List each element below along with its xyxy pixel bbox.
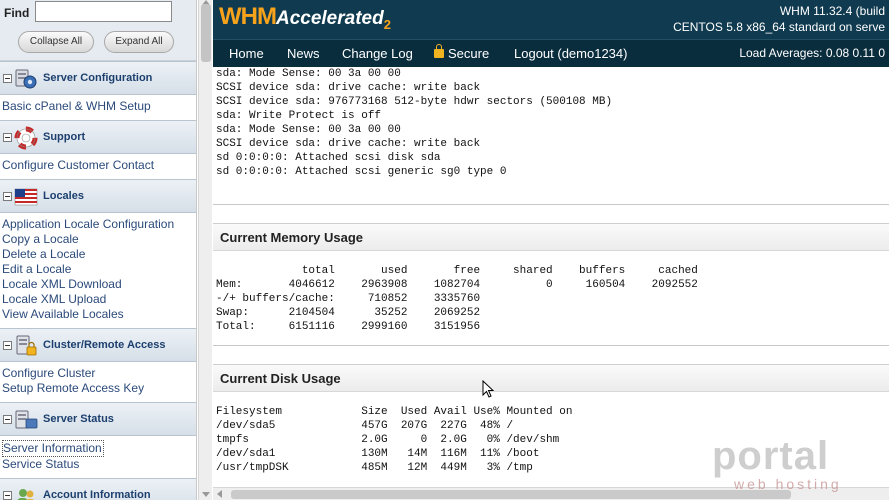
sidebar-link-service-status[interactable]: Service Status bbox=[2, 457, 196, 472]
panel-separator bbox=[213, 204, 889, 205]
section-title: Server Configuration bbox=[43, 72, 153, 84]
collapse-all-button[interactable]: Collapse All bbox=[18, 31, 94, 53]
sidebar-link-delete-locale[interactable]: Delete a Locale bbox=[2, 247, 196, 262]
expand-all-button[interactable]: Expand All bbox=[104, 31, 174, 53]
content-area: sda: Mode Sense: 00 3a 00 00 SCSI device… bbox=[213, 67, 889, 487]
sidebar-link-edit-locale[interactable]: Edit a Locale bbox=[2, 262, 196, 277]
nav-secure[interactable]: Secure bbox=[434, 44, 490, 61]
version-line-2: CENTOS 5.8 x86_64 standard on serve bbox=[673, 20, 885, 34]
version-info: WHM 11.32.4 (build CENTOS 5.8 x86_64 sta… bbox=[673, 3, 885, 35]
section-items: Configure Customer Contact bbox=[0, 154, 196, 179]
section-title: Server Status bbox=[43, 413, 114, 425]
find-box: Find Collapse All Expand All bbox=[0, 0, 196, 61]
collapse-toggle-icon[interactable] bbox=[3, 341, 12, 350]
sidebar-link-copy-locale[interactable]: Copy a Locale bbox=[2, 232, 196, 247]
memory-usage-table: total used free shared buffers cached Me… bbox=[216, 265, 698, 333]
find-label: Find bbox=[4, 6, 30, 20]
nav-logout[interactable]: Logout (demo1234) bbox=[514, 46, 627, 61]
server-monitor-icon bbox=[15, 410, 38, 429]
sidebar-link-locale-xml-download[interactable]: Locale XML Download bbox=[2, 277, 196, 292]
logo-accent-text: Accelerated bbox=[275, 8, 384, 29]
lock-icon bbox=[434, 44, 444, 58]
section-server-configuration[interactable]: Server Configuration bbox=[0, 61, 196, 95]
gear-server-icon bbox=[15, 69, 37, 89]
collapse-toggle-icon[interactable] bbox=[3, 415, 12, 424]
sidebar-link-locale-xml-upload[interactable]: Locale XML Upload bbox=[2, 292, 196, 307]
horizontal-scroll-thumb[interactable] bbox=[231, 490, 791, 499]
disk-panel-header: Current Disk Usage bbox=[213, 364, 889, 392]
sidebar-link-configure-cluster[interactable]: Configure Cluster bbox=[2, 366, 196, 381]
sidebar-link-basic-setup[interactable]: Basic cPanel & WHM Setup bbox=[2, 99, 196, 114]
collapse-toggle-icon[interactable] bbox=[3, 133, 12, 142]
watermark-main-text: portal bbox=[712, 434, 830, 478]
memory-panel-title: Current Memory Usage bbox=[220, 230, 364, 245]
section-support[interactable]: Support bbox=[0, 120, 196, 154]
section-items: Server Information Service Status bbox=[0, 436, 196, 478]
section-account-information[interactable]: Account Information bbox=[0, 478, 196, 500]
sidebar-scrollbar[interactable] bbox=[198, 0, 212, 500]
server-lock-icon bbox=[16, 335, 37, 356]
watermark-sub-text: web hosting bbox=[734, 476, 842, 492]
whm-logo: WHMAccelerated2 bbox=[219, 3, 391, 32]
top-nav: Home News Change Log Secure Logout (demo… bbox=[213, 39, 889, 67]
dmesg-output: sda: Mode Sense: 00 3a 00 00 SCSI device… bbox=[216, 68, 613, 178]
sidebar-link-server-information[interactable]: Server Information bbox=[2, 440, 104, 457]
sidebar-link-view-locales[interactable]: View Available Locales bbox=[2, 307, 196, 322]
top-header: WHMAccelerated2 WHM 11.32.4 (build CENTO… bbox=[213, 0, 889, 39]
nav-home[interactable]: Home bbox=[229, 46, 264, 61]
section-items: Basic cPanel & WHM Setup bbox=[0, 95, 196, 120]
collapse-toggle-icon[interactable] bbox=[3, 74, 12, 83]
sidebar-link-customer-contact[interactable]: Configure Customer Contact bbox=[2, 158, 196, 173]
section-cluster-remote-access[interactable]: Cluster/Remote Access bbox=[0, 328, 196, 362]
section-title: Support bbox=[43, 131, 86, 143]
nav-change-log[interactable]: Change Log bbox=[342, 46, 413, 61]
mouse-cursor-icon bbox=[482, 380, 494, 398]
disk-usage-table: Filesystem Size Used Avail Use% Mounted … bbox=[216, 406, 573, 474]
main-area: WHMAccelerated2 WHM 11.32.4 (build CENTO… bbox=[213, 0, 889, 500]
logo-main-text: WHM bbox=[219, 3, 277, 30]
version-line-1: WHM 11.32.4 (build bbox=[779, 4, 885, 18]
portal-watermark: portal web hosting bbox=[712, 436, 842, 492]
section-title: Cluster/Remote Access bbox=[43, 339, 166, 351]
scroll-down-arrow-icon[interactable] bbox=[202, 492, 210, 497]
sidebar-link-app-locale-config[interactable]: Application Locale Configuration bbox=[2, 217, 196, 232]
nav-news[interactable]: News bbox=[287, 46, 320, 61]
sidebar-scroll-thumb[interactable] bbox=[201, 4, 211, 62]
load-averages: Load Averages: 0.08 0.11 0 bbox=[739, 46, 885, 60]
collapse-toggle-icon[interactable] bbox=[3, 491, 12, 500]
section-server-status[interactable]: Server Status bbox=[0, 402, 196, 436]
us-flag-icon bbox=[14, 188, 38, 206]
section-locales[interactable]: Locales bbox=[0, 179, 196, 213]
lifebuoy-icon bbox=[14, 126, 38, 150]
users-icon bbox=[17, 489, 34, 500]
panel-separator bbox=[213, 345, 889, 346]
find-input[interactable] bbox=[35, 1, 172, 22]
section-title: Locales bbox=[43, 190, 84, 202]
disk-panel-title: Current Disk Usage bbox=[220, 371, 341, 386]
memory-panel-header: Current Memory Usage bbox=[213, 223, 889, 251]
scroll-left-arrow-icon[interactable] bbox=[217, 490, 222, 498]
logo-number: 2 bbox=[383, 17, 391, 32]
section-title: Account Information bbox=[43, 489, 151, 500]
collapse-toggle-icon[interactable] bbox=[3, 192, 12, 201]
nav-secure-label: Secure bbox=[448, 46, 490, 61]
section-items: Configure Cluster Setup Remote Access Ke… bbox=[0, 362, 196, 402]
section-items: Application Locale Configuration Copy a … bbox=[0, 213, 196, 328]
sidebar: Find Collapse All Expand All Server Conf… bbox=[0, 0, 197, 500]
sidebar-link-remote-access-key[interactable]: Setup Remote Access Key bbox=[2, 381, 196, 396]
